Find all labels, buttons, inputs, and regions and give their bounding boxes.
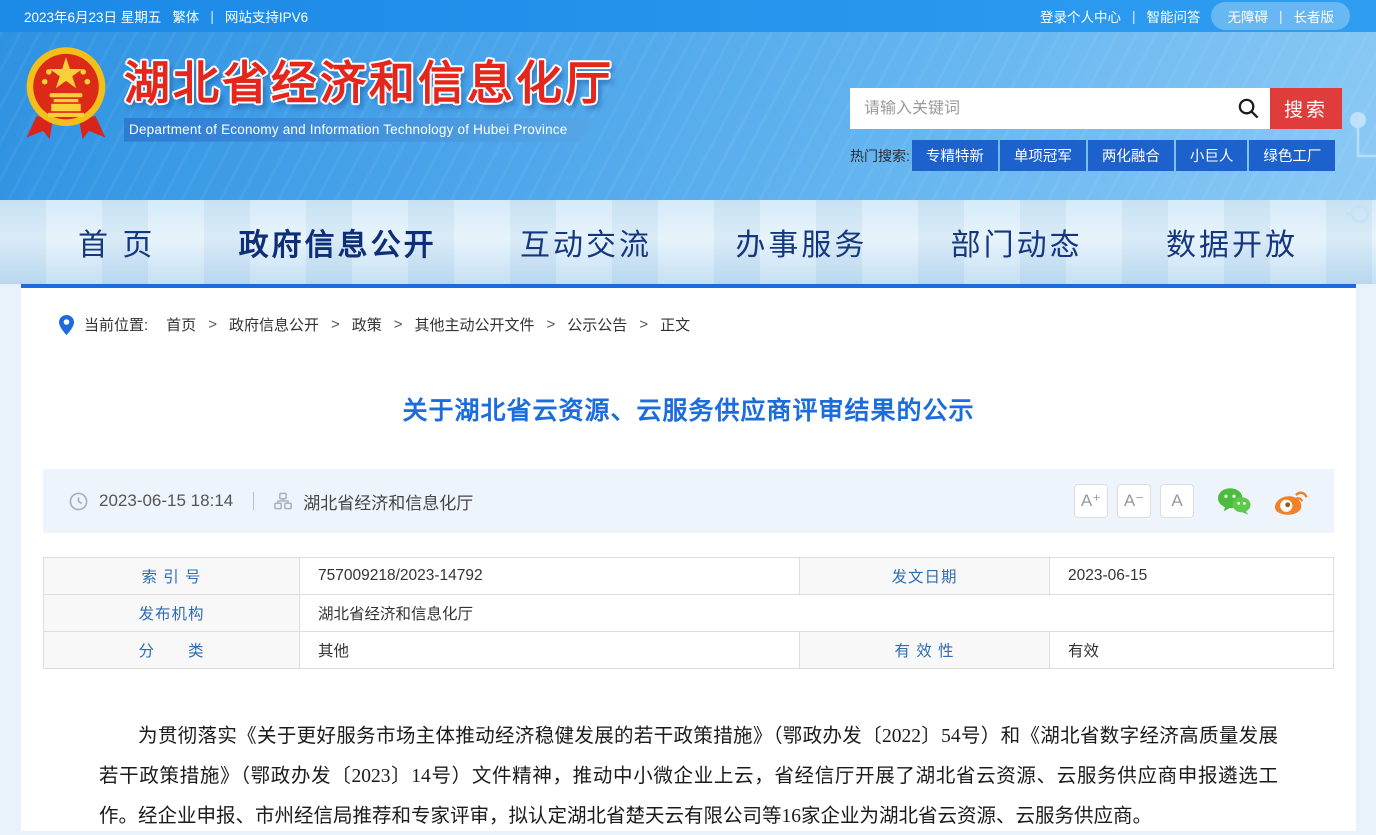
- font-size-reset-button[interactable]: A: [1160, 484, 1194, 518]
- login-personal-center-link[interactable]: 登录个人中心: [1040, 6, 1121, 26]
- clock-icon: [69, 492, 88, 511]
- masthead: 湖北省经济和信息化厅 Department of Economy and Inf…: [0, 32, 1376, 200]
- font-size-increase-button[interactable]: A⁺: [1074, 484, 1108, 518]
- content-area: 当前位置: 首页 > 政府信息公开 > 政策 > 其他主动公开文件 > 公示公告…: [21, 288, 1356, 831]
- topbar-separator: |: [1279, 9, 1283, 24]
- current-date: 2023年6月23日 星期五: [24, 6, 161, 26]
- breadcrumb-label: 当前位置:: [84, 314, 148, 335]
- category-value: 其他: [300, 632, 800, 669]
- meta-divider: [253, 492, 254, 510]
- nav-item-home[interactable]: 首 页: [78, 220, 155, 264]
- breadcrumb-separator: >: [639, 316, 648, 333]
- accessibility-pill: 无障碍 | 长者版: [1211, 2, 1350, 30]
- site-subtitle-banner: Department of Economy and Information Te…: [124, 118, 595, 142]
- table-row: 索 引 号 757009218/2023-14792 发文日期 2023-06-…: [44, 558, 1334, 595]
- publisher-value: 湖北省经济和信息化厅: [300, 595, 1334, 632]
- source-org-icon: [274, 492, 292, 510]
- article-meta-bar: 2023-06-15 18:14 湖北省经济和信息化厅 A⁺ A⁻ A: [43, 469, 1334, 533]
- article-body-paragraph: 为贯彻落实《关于更好服务市场主体推动经济稳健发展的若干政策措施》（鄂政办发〔20…: [99, 717, 1278, 835]
- search-input-wrap: [850, 88, 1270, 129]
- weibo-share-icon[interactable]: [1274, 486, 1308, 516]
- nav-item-open-data[interactable]: 数据开放: [1166, 220, 1298, 264]
- breadcrumb-item-other-open-docs[interactable]: 其他主动公开文件: [415, 314, 535, 335]
- hot-tag-xiaojuren[interactable]: 小巨人: [1176, 140, 1248, 171]
- font-size-decrease-button[interactable]: A⁻: [1117, 484, 1151, 518]
- top-utility-bar: 2023年6月23日 星期五 繁体 | 网站支持IPV6 登录个人中心 | 智能…: [0, 0, 1376, 32]
- document-info-table: 索 引 号 757009218/2023-14792 发文日期 2023-06-…: [43, 557, 1334, 669]
- breadcrumb: 当前位置: 首页 > 政府信息公开 > 政策 > 其他主动公开文件 > 公示公告…: [21, 288, 1356, 335]
- breadcrumb-item-gov-info[interactable]: 政府信息公开: [229, 314, 319, 335]
- search-bar: 搜索: [850, 88, 1342, 129]
- table-row: 分 类 其他 有 效 性 有效: [44, 632, 1334, 669]
- search-button[interactable]: 搜索: [1270, 88, 1342, 129]
- location-pin-icon: [59, 315, 74, 335]
- category-label: 分 类: [44, 632, 300, 669]
- site-title: 湖北省经济和信息化厅: [124, 58, 614, 109]
- search-area: 搜索 热门搜索: 专精特新 单项冠军 两化融合 小巨人 绿色工厂: [850, 88, 1342, 171]
- nav-item-department-news[interactable]: 部门动态: [951, 220, 1083, 264]
- breadcrumb-separator: >: [208, 316, 217, 333]
- ipv6-support-link[interactable]: 网站支持IPV6: [225, 6, 308, 26]
- table-row: 发布机构 湖北省经济和信息化厅: [44, 595, 1334, 632]
- article-title: 关于湖北省云资源、云服务供应商评审结果的公示: [21, 391, 1356, 427]
- hot-tag-danxiangguanjun[interactable]: 单项冠军: [1000, 140, 1086, 171]
- hot-tag-zhuanjingtexin[interactable]: 专精特新: [912, 140, 998, 171]
- smart-qa-link[interactable]: 智能问答: [1146, 6, 1200, 26]
- publish-datetime: 2023-06-15 18:14: [99, 491, 233, 511]
- topbar-separator: |: [210, 9, 214, 24]
- hot-search-row: 热门搜索: 专精特新 单项冠军 两化融合 小巨人 绿色工厂: [850, 140, 1342, 171]
- search-icon[interactable]: [1226, 97, 1270, 120]
- topbar-left: 2023年6月23日 星期五 繁体 | 网站支持IPV6: [24, 6, 308, 26]
- topbar-right: 登录个人中心 | 智能问答 无障碍 | 长者版: [1040, 2, 1350, 30]
- hot-search-label: 热门搜索:: [850, 146, 910, 166]
- topbar-separator: |: [1132, 9, 1136, 24]
- index-number-label: 索 引 号: [44, 558, 300, 595]
- validity-label: 有 效 性: [800, 632, 1050, 669]
- nav-item-gov-info[interactable]: 政府信息公开: [239, 220, 437, 264]
- national-emblem-logo: [25, 44, 107, 144]
- breadcrumb-separator: >: [331, 316, 340, 333]
- issue-date-value: 2023-06-15: [1050, 558, 1334, 595]
- wechat-share-icon[interactable]: [1217, 486, 1251, 516]
- article-meta-left: 2023-06-15 18:14 湖北省经济和信息化厅: [69, 489, 1074, 514]
- elder-version-link[interactable]: 长者版: [1294, 6, 1335, 26]
- accessibility-link[interactable]: 无障碍: [1227, 6, 1268, 26]
- traditional-chinese-link[interactable]: 繁体: [172, 6, 199, 26]
- issue-date-label: 发文日期: [800, 558, 1050, 595]
- publisher-label: 发布机构: [44, 595, 300, 632]
- hot-tag-lianghuaronghe[interactable]: 两化融合: [1088, 140, 1174, 171]
- nav-item-services[interactable]: 办事服务: [735, 220, 867, 264]
- main-nav: 首 页 政府信息公开 互动交流 办事服务 部门动态 数据开放: [0, 200, 1376, 284]
- nav-item-interaction[interactable]: 互动交流: [520, 220, 652, 264]
- circuit-decoration: [1346, 104, 1376, 304]
- search-input[interactable]: [850, 100, 1226, 118]
- breadcrumb-item-home[interactable]: 首页: [166, 314, 196, 335]
- breadcrumb-separator: >: [547, 316, 556, 333]
- article-source: 湖北省经济和信息化厅: [303, 489, 473, 514]
- breadcrumb-item-current: 正文: [660, 314, 690, 335]
- breadcrumb-separator: >: [394, 316, 403, 333]
- breadcrumb-item-announcements[interactable]: 公示公告: [567, 314, 627, 335]
- validity-value: 有效: [1050, 632, 1334, 669]
- site-title-block: 湖北省经济和信息化厅 Department of Economy and Inf…: [124, 44, 614, 142]
- index-number-value: 757009218/2023-14792: [300, 558, 800, 595]
- article-meta-right: A⁺ A⁻ A: [1074, 484, 1308, 518]
- site-brand[interactable]: 湖北省经济和信息化厅 Department of Economy and Inf…: [25, 44, 614, 144]
- hot-tag-lvsegongchang[interactable]: 绿色工厂: [1249, 140, 1335, 171]
- breadcrumb-item-policy[interactable]: 政策: [352, 314, 382, 335]
